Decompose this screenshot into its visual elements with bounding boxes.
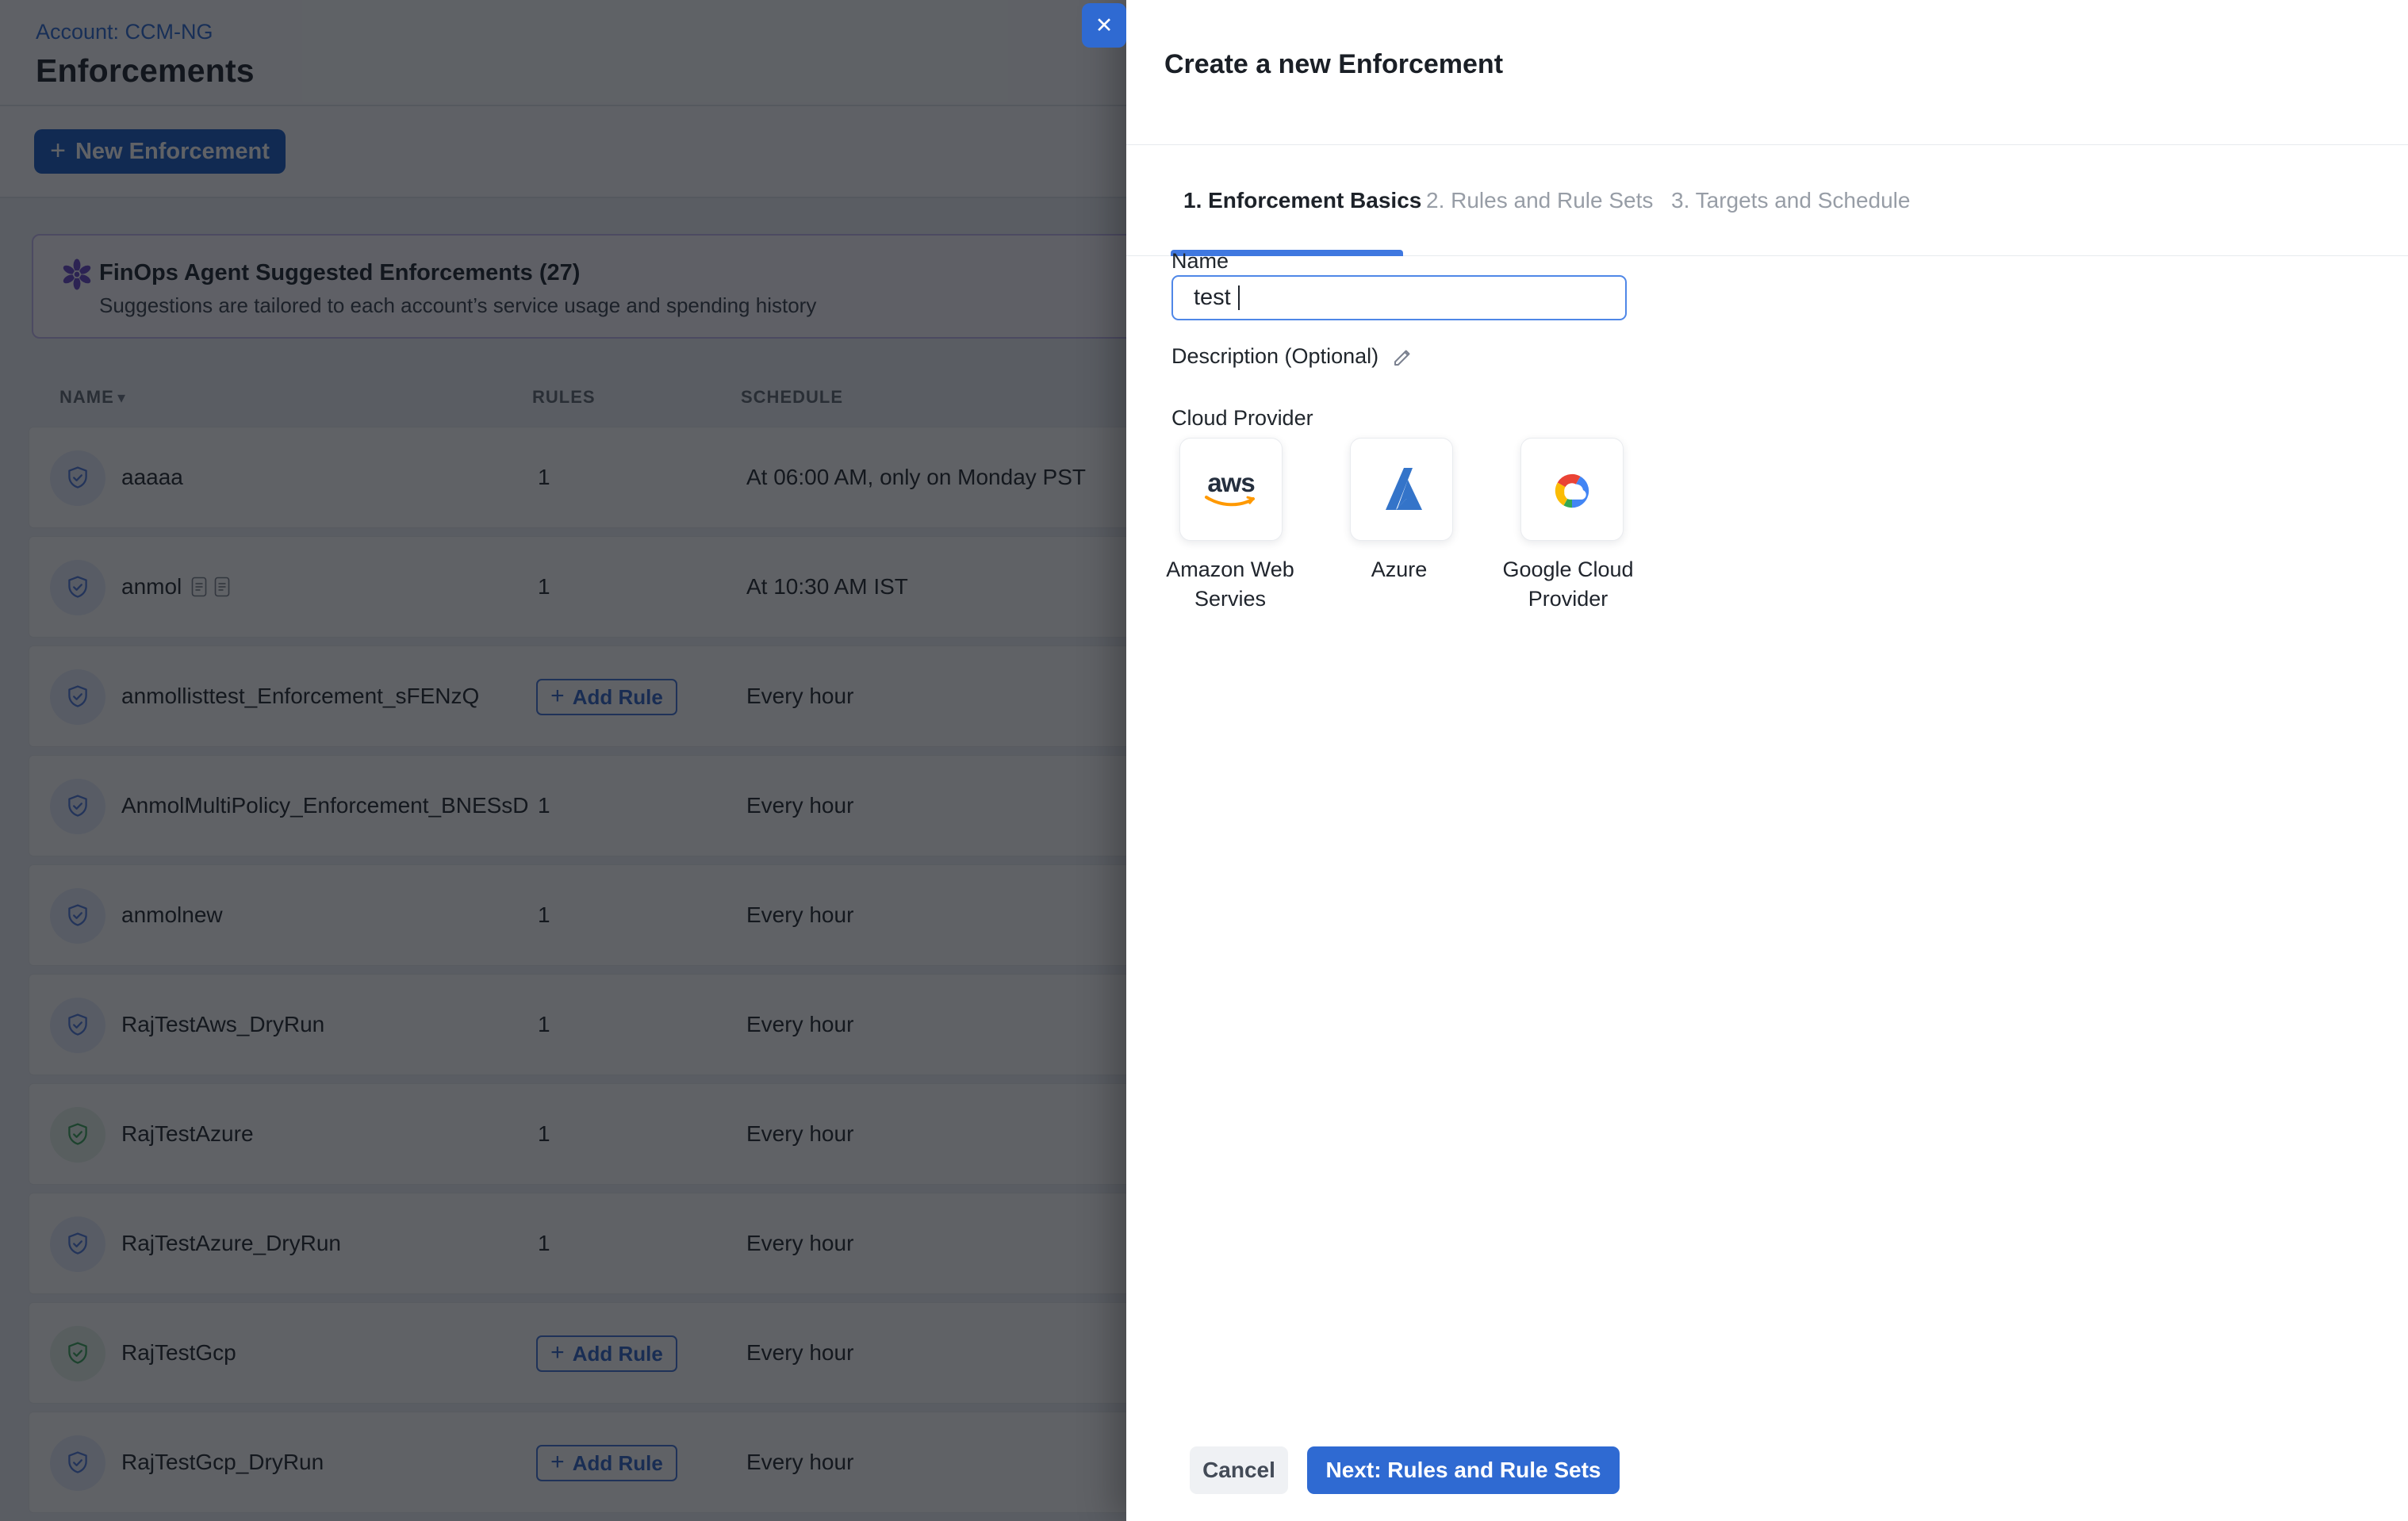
tab-targets-and-schedule[interactable]: 3. Targets and Schedule [1671,145,1910,255]
name-label: Name [1171,249,1229,274]
google-cloud-logo-icon [1546,463,1598,515]
create-enforcement-drawer: Create a new Enforcement 1. Enforcement … [1126,0,2408,1521]
tab-rules-and-rule-sets[interactable]: 2. Rules and Rule Sets [1426,145,1653,255]
tab-enforcement-basics[interactable]: 1. Enforcement Basics [1183,145,1421,255]
close-drawer-button[interactable]: ✕ [1082,3,1126,48]
provider-card-aws[interactable]: aws [1179,438,1283,541]
text-caret [1238,285,1240,310]
provider-card-azure[interactable] [1350,438,1453,541]
gcp-logo-card[interactable] [1520,438,1624,541]
cloud-provider-options: aws [1179,438,1624,541]
aws-logo-icon: aws [1204,471,1258,508]
name-input[interactable] [1171,275,1627,320]
description-label: Description (Optional) [1171,344,1378,369]
provider-label-azure: Azure [1312,555,1486,584]
cancel-button[interactable]: Cancel [1190,1446,1288,1494]
edit-description-icon[interactable] [1391,345,1415,369]
name-input-wrap [1171,275,1627,320]
cloud-provider-label: Cloud Provider [1171,406,1313,431]
provider-label-aws: Amazon Web Servies [1143,555,1317,614]
next-rules-button[interactable]: Next: Rules and Rule Sets [1307,1446,1620,1494]
close-icon: ✕ [1095,13,1114,38]
enforcements-screen: Account: CCM-NG Enforcements + New Enfor… [0,0,2408,1521]
description-row: Description (Optional) [1171,344,1415,369]
azure-logo-icon [1375,464,1428,515]
drawer-title: Create a new Enforcement [1164,49,1503,80]
provider-label-gcp: Google Cloud Provider [1481,555,1655,614]
wizard-tabs: 1. Enforcement Basics 2. Rules and Rule … [1126,144,2408,256]
